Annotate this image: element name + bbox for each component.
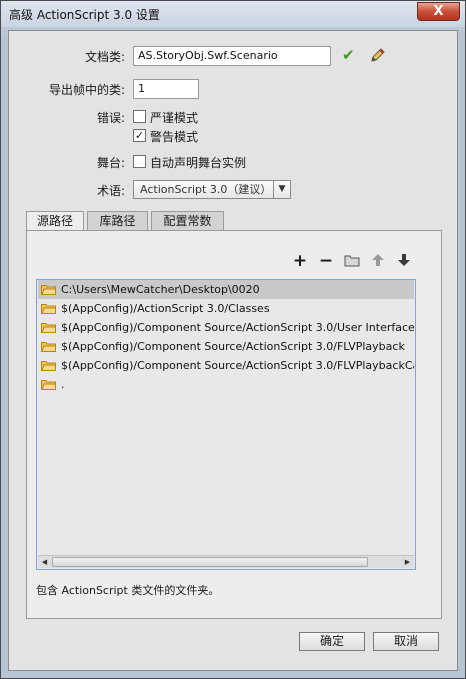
source-path-list[interactable]: C:\Users\MewCatcher\Desktop\0020 $(AppCo… <box>36 279 416 570</box>
folder-icon <box>41 323 56 333</box>
document-class-input[interactable]: AS.StoryObj.Swf.Scenario <box>133 46 331 66</box>
add-path-button[interactable]: + <box>292 253 308 270</box>
dialog-window: 高级 ActionScript 3.0 设置 X 文档类: AS.StoryOb… <box>0 0 466 679</box>
folder-icon <box>41 285 56 295</box>
remove-path-button[interactable]: − <box>318 253 334 270</box>
move-up-icon[interactable] <box>370 253 386 269</box>
path-text: $(AppConfig)/Component Source/ActionScri… <box>61 359 414 372</box>
tab-config-constants[interactable]: 配置常数 <box>151 211 224 230</box>
list-item[interactable]: $(AppConfig)/Component Source/ActionScri… <box>38 318 414 337</box>
dialect-label: 术语: <box>96 184 125 198</box>
dialect-select-value: ActionScript 3.0（建议） <box>140 183 272 196</box>
panel-description: 包含 ActionScript 类文件的文件夹。 <box>36 584 220 597</box>
window-title: 高级 ActionScript 3.0 设置 <box>9 8 160 22</box>
path-text: $(AppConfig)/Component Source/ActionScri… <box>61 340 405 353</box>
edit-pencil-icon[interactable] <box>369 46 387 67</box>
close-button[interactable]: X <box>417 2 460 21</box>
folder-icon <box>41 361 56 371</box>
strict-mode-label: 严谨模式 <box>150 111 199 125</box>
warnings-mode-label: 警告模式 <box>150 130 199 144</box>
list-item[interactable]: . <box>38 375 414 394</box>
auto-declare-checkbox[interactable] <box>133 155 146 168</box>
source-path-panel: + − C:\Users\MewCatcher\Desktop\0020 $(A… <box>26 230 442 619</box>
scrollbar-thumb[interactable] <box>52 557 368 567</box>
validate-check-icon[interactable]: ✔ <box>342 46 355 64</box>
document-class-label: 文档类: <box>84 50 125 64</box>
path-text: . <box>61 378 65 391</box>
dialog-content: 文档类: AS.StoryObj.Swf.Scenario ✔ 导出帧中的类: … <box>8 30 458 671</box>
path-text: $(AppConfig)/ActionScript 3.0/Classes <box>61 302 270 315</box>
chevron-down-icon: ▼ <box>273 181 290 198</box>
dialect-select[interactable]: ActionScript 3.0（建议） ▼ <box>133 180 291 199</box>
browse-folder-icon[interactable] <box>344 253 360 269</box>
tab-source-path[interactable]: 源路径 <box>26 211 84 231</box>
tab-library-path[interactable]: 库路径 <box>87 211 148 230</box>
folder-icon <box>41 304 56 314</box>
folder-icon <box>41 380 56 390</box>
title-bar[interactable]: 高级 ActionScript 3.0 设置 X <box>1 1 465 27</box>
strict-mode-checkbox[interactable] <box>133 110 146 123</box>
cancel-button[interactable]: 取消 <box>373 632 439 651</box>
list-item[interactable]: $(AppConfig)/ActionScript 3.0/Classes <box>38 299 414 318</box>
path-text: $(AppConfig)/Component Source/ActionScri… <box>61 321 414 334</box>
ok-button[interactable]: 确定 <box>299 632 365 651</box>
path-text: C:\Users\MewCatcher\Desktop\0020 <box>61 283 260 296</box>
auto-declare-label: 自动声明舞台实例 <box>150 156 247 170</box>
export-frame-input[interactable]: 1 <box>133 79 199 99</box>
list-item[interactable]: $(AppConfig)/Component Source/ActionScri… <box>38 337 414 356</box>
list-item[interactable]: C:\Users\MewCatcher\Desktop\0020 <box>38 280 414 299</box>
move-down-icon[interactable] <box>396 253 412 269</box>
horizontal-scrollbar[interactable]: ◀ ▶ <box>38 555 414 568</box>
list-item[interactable]: $(AppConfig)/Component Source/ActionScri… <box>38 356 414 375</box>
scroll-left-icon[interactable]: ◀ <box>38 556 51 568</box>
folder-icon <box>41 342 56 352</box>
warnings-mode-checkbox[interactable]: ✓ <box>133 129 146 142</box>
errors-label: 错误: <box>96 111 125 125</box>
export-frame-label: 导出帧中的类: <box>48 83 125 97</box>
scroll-right-icon[interactable]: ▶ <box>401 556 414 568</box>
stage-label: 舞台: <box>96 156 125 170</box>
